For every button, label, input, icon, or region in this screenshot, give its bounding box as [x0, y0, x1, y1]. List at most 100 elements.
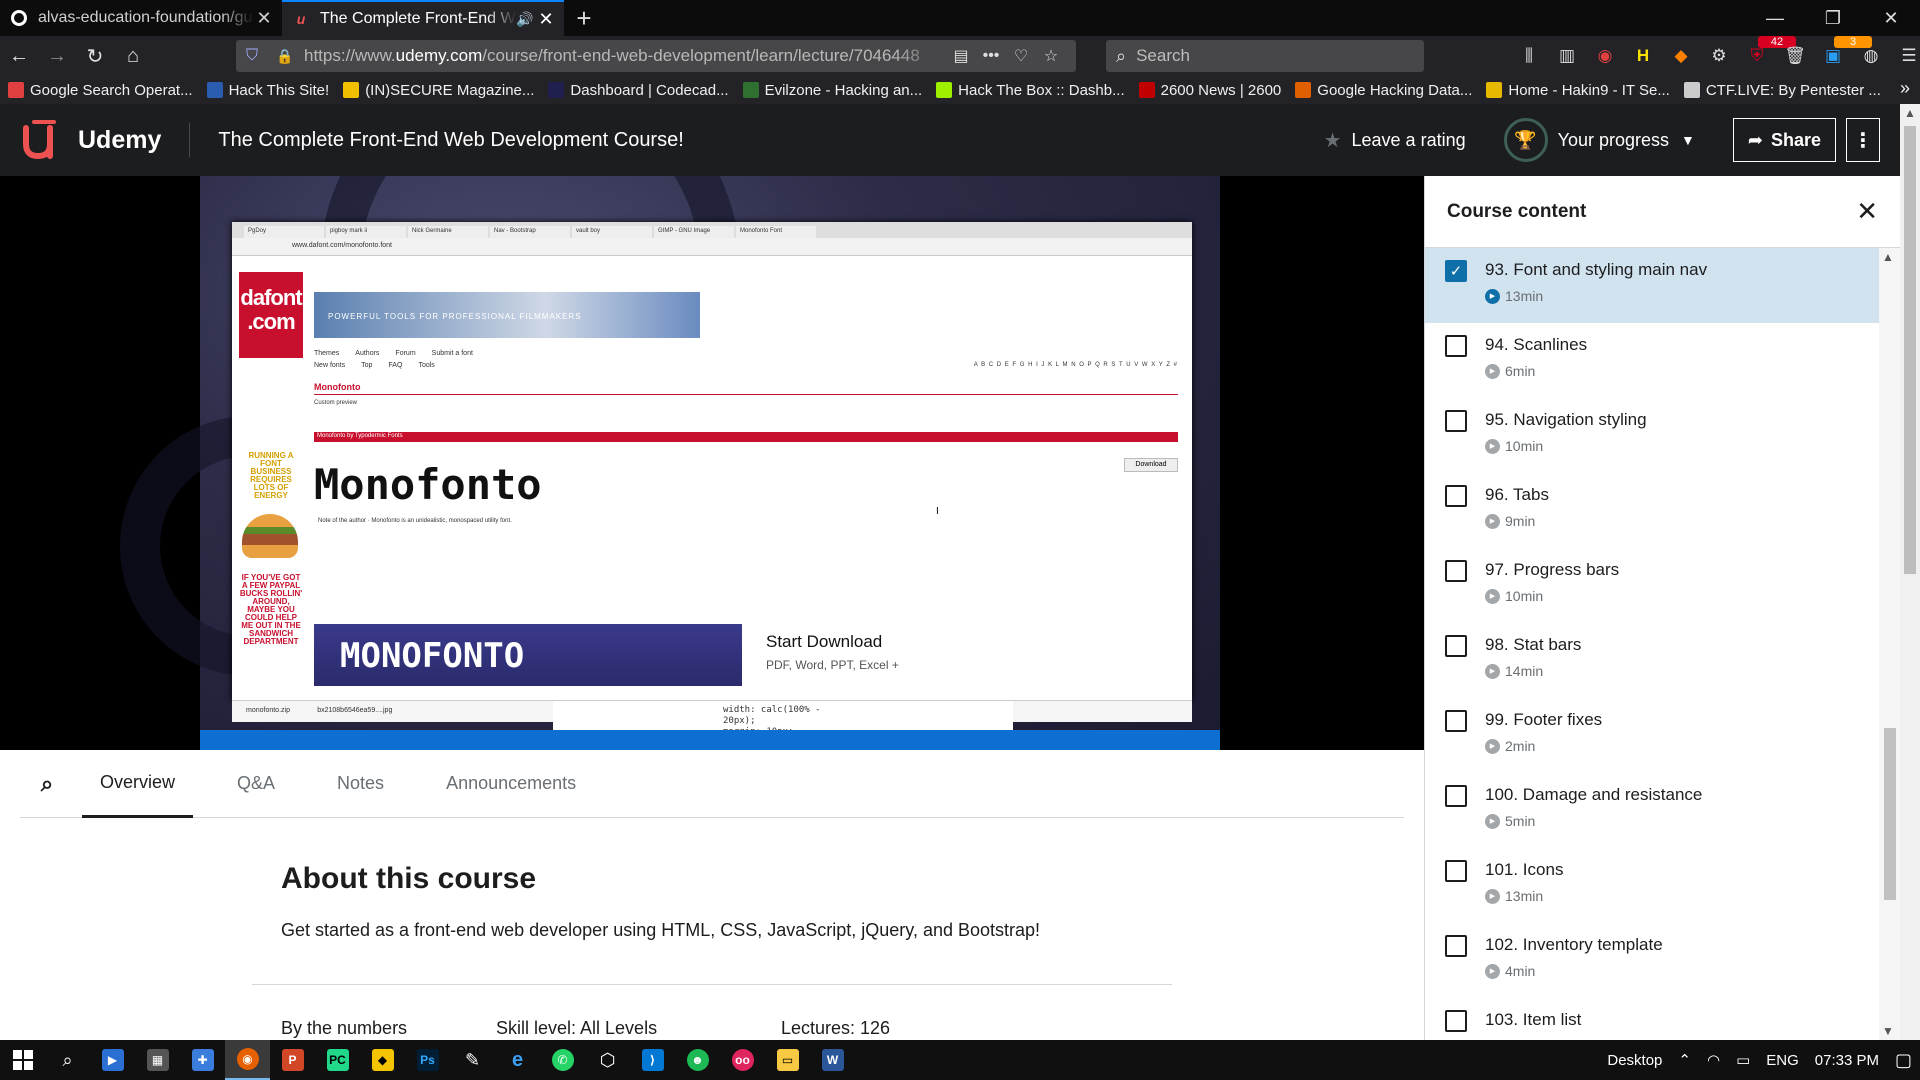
share-button[interactable]: ➦ Share	[1732, 118, 1836, 162]
bookmark-item[interactable]: CTF.LIVE: By Pentester ...	[1683, 82, 1881, 99]
lecture-checkbox[interactable]	[1445, 785, 1467, 807]
browser-tab-github[interactable]: alvas-education-foundation/gu ✕	[0, 0, 282, 36]
lecture-item[interactable]: 102. Inventory template ▶ 4min	[1425, 923, 1900, 998]
tab-overview[interactable]: Overview	[82, 750, 194, 818]
lecture-checkbox[interactable]	[1445, 335, 1467, 357]
lecture-item[interactable]: 99. Footer fixes ▶ 2min	[1425, 698, 1900, 773]
bookmark-item[interactable]: Dashboard | Codecad...	[548, 82, 729, 99]
language-indicator[interactable]: ENG	[1766, 1052, 1799, 1069]
reload-icon[interactable]: ↻	[76, 40, 114, 72]
lecture-checkbox[interactable]	[1445, 560, 1467, 582]
forward-icon[interactable]: →	[38, 40, 76, 72]
video-player[interactable]: PgDoy pigboy mark ii Nick Germaine Nav - Bo…	[0, 176, 1424, 750]
lecture-item[interactable]: 95. Navigation styling ▶ 10min	[1425, 398, 1900, 473]
address-bar[interactable]: ⛉ 🔒 https://www.udemy.com/course/front-e…	[236, 40, 1076, 72]
lecture-checkbox[interactable]	[1445, 860, 1467, 882]
edge-icon[interactable]: e	[495, 1040, 540, 1080]
app-icon[interactable]: oo	[720, 1040, 765, 1080]
desktop-label[interactable]: Desktop	[1607, 1052, 1662, 1069]
bookmark-star-icon[interactable]: ☆	[1036, 46, 1066, 66]
tracking-shield-icon[interactable]: ⛉	[246, 47, 268, 65]
file-explorer-icon[interactable]: ▭	[765, 1040, 810, 1080]
pycharm-icon[interactable]: PC	[315, 1040, 360, 1080]
search-input[interactable]: ⌕ Search	[1106, 40, 1424, 72]
lock-icon[interactable]: 🔒	[276, 48, 294, 65]
lecture-checkbox[interactable]	[1445, 410, 1467, 432]
clock[interactable]: 07:33 PM	[1815, 1052, 1879, 1069]
lecture-checkbox[interactable]	[1445, 710, 1467, 732]
bookmark-item[interactable]: (IN)SECURE Magazine...	[343, 82, 534, 99]
sidebar-icon[interactable]: ▥	[1548, 46, 1586, 66]
extension-globe-icon[interactable]: ◉	[1586, 46, 1624, 66]
notifications-icon[interactable]: ▢	[1895, 1050, 1912, 1071]
bookmarks-overflow-icon[interactable]: »	[1900, 78, 1910, 99]
page-actions-icon[interactable]: •••	[976, 47, 1006, 65]
back-icon[interactable]: ←	[0, 40, 38, 72]
tab-announcements[interactable]: Announcements	[428, 750, 594, 818]
more-options-icon[interactable]: ⋮	[1846, 118, 1880, 162]
lecture-checkbox[interactable]	[1445, 635, 1467, 657]
windows-start-icon[interactable]	[0, 1040, 45, 1080]
close-tab-icon[interactable]: ✕	[254, 8, 274, 29]
search-icon[interactable]: ⌕	[45, 1040, 90, 1080]
vscode-icon[interactable]: ⟩	[630, 1040, 675, 1080]
progress-dropdown[interactable]: 🏆 Your progress ▼	[1503, 118, 1695, 162]
bookmark-item[interactable]: Home - Hakin9 - IT Se...	[1486, 82, 1670, 99]
browser-tab-udemy[interactable]: u The Complete Front-End We 🔊 ✕	[282, 0, 564, 36]
close-tab-icon[interactable]: ✕	[536, 9, 556, 30]
ublock-icon[interactable]: ⛨ 42	[1738, 36, 1796, 66]
lecture-item[interactable]: 103. Item list	[1425, 998, 1900, 1040]
chevron-up-icon[interactable]: ⌃	[1678, 1051, 1691, 1069]
scroll-down-icon[interactable]: ▼	[1882, 1024, 1894, 1038]
powerpoint-icon[interactable]: P	[270, 1040, 315, 1080]
calculator-icon[interactable]: ▦	[135, 1040, 180, 1080]
udemy-logo[interactable]: Udemy	[20, 118, 161, 162]
url-text[interactable]: https://www.udemy.com/course/front-end-w…	[304, 46, 946, 66]
lecture-item[interactable]: 101. Icons ▶ 13min	[1425, 848, 1900, 923]
word-icon[interactable]: W	[810, 1040, 855, 1080]
close-sidebar-icon[interactable]: ✕	[1856, 196, 1878, 227]
lecture-item[interactable]: 100. Damage and resistance ▶ 5min	[1425, 773, 1900, 848]
course-title[interactable]: The Complete Front-End Web Development C…	[218, 129, 683, 152]
lecture-checkbox[interactable]: ✓	[1445, 260, 1467, 282]
bookmark-item[interactable]: Evilzone - Hacking an...	[742, 82, 922, 99]
leave-rating-button[interactable]: ★ Leave a rating	[1324, 128, 1466, 153]
extension-trash-icon[interactable]: 🗑	[1776, 46, 1814, 66]
lecture-item[interactable]: ✓ 93. Font and styling main nav ▶ 13min	[1425, 248, 1900, 323]
bookmark-item[interactable]: Hack This Site!	[206, 82, 329, 99]
lecture-item[interactable]: 96. Tabs ▶ 9min	[1425, 473, 1900, 548]
speaker-icon[interactable]: 🔊	[516, 11, 536, 28]
photoshop-icon[interactable]: Ps	[405, 1040, 450, 1080]
firefox-icon[interactable]: ◉	[225, 1040, 270, 1080]
extension-h-icon[interactable]: H	[1624, 46, 1662, 66]
scroll-thumb[interactable]	[1884, 728, 1896, 900]
app-icon[interactable]: ▶	[90, 1040, 135, 1080]
bookmark-item[interactable]: Hack The Box :: Dashb...	[936, 82, 1125, 99]
extension-globe2-icon[interactable]: ◍	[1852, 46, 1890, 66]
menu-hamburger-icon[interactable]: ☰	[1890, 46, 1920, 66]
lecture-checkbox[interactable]	[1445, 935, 1467, 957]
scroll-up-icon[interactable]: ▲	[1882, 250, 1894, 264]
close-window-icon[interactable]: ✕	[1862, 0, 1920, 36]
wifi-icon[interactable]: ◠	[1707, 1051, 1720, 1069]
app-icon[interactable]: ✚	[180, 1040, 225, 1080]
lecture-item[interactable]: 97. Progress bars ▶ 10min	[1425, 548, 1900, 623]
extension-gear-icon[interactable]: ⚙	[1700, 46, 1738, 66]
minimize-icon[interactable]: —	[1746, 0, 1804, 36]
restore-icon[interactable]: ❐	[1804, 0, 1862, 36]
scroll-up-icon[interactable]: ▲	[1904, 106, 1916, 120]
reader-view-icon[interactable]: ▤	[946, 46, 976, 66]
new-tab-button[interactable]: +	[564, 0, 604, 36]
battery-icon[interactable]: ▭	[1736, 1051, 1750, 1069]
library-icon[interactable]: ⫼	[1510, 46, 1548, 66]
app-icon[interactable]: ◆	[360, 1040, 405, 1080]
sidebar-scrollbar[interactable]: ▲ ▼	[1879, 248, 1900, 1040]
3d-icon[interactable]: ⬡	[585, 1040, 630, 1080]
tab-notes[interactable]: Notes	[319, 750, 402, 818]
lecture-item[interactable]: 94. Scanlines ▶ 6min	[1425, 323, 1900, 398]
bookmark-item[interactable]: 2600 News | 2600	[1138, 82, 1281, 99]
home-icon[interactable]: ⌂	[114, 40, 152, 72]
whatsapp-icon[interactable]: ✆	[540, 1040, 585, 1080]
lecture-item[interactable]: 98. Stat bars ▶ 14min	[1425, 623, 1900, 698]
bookmark-item[interactable]: Google Search Operat...	[8, 82, 193, 99]
